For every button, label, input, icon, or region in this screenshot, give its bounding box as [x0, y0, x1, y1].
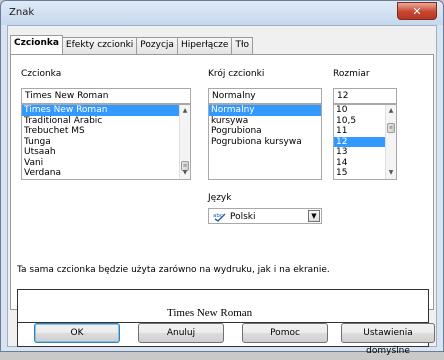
tab-background[interactable]: Tło — [231, 37, 254, 54]
tab-position[interactable]: Pozycja — [136, 37, 178, 54]
font-size-list[interactable]: 10 10,5 11 12 13 14 15 ▲ ≡ ▼ — [333, 104, 397, 180]
font-style-input[interactable]: Normalny — [208, 88, 322, 104]
font-size-label: Rozmiar — [333, 69, 370, 79]
list-item[interactable]: kursywa — [209, 116, 321, 127]
font-family-list[interactable]: Times New Roman Traditional Arabic Trebu… — [21, 104, 191, 180]
scroll-thumb[interactable]: ≡ — [387, 123, 395, 133]
font-style-label: Krój czcionki — [208, 69, 265, 79]
scroll-down-icon[interactable]: ▼ — [386, 168, 396, 178]
size-list-scrollbar[interactable]: ▲ ≡ ▼ — [385, 105, 396, 179]
list-item[interactable]: Utsaah — [22, 147, 190, 158]
scroll-up-icon[interactable]: ▲ — [386, 106, 396, 116]
list-item[interactable]: Pogrubiona — [209, 126, 321, 137]
list-item[interactable]: Normalny — [209, 105, 321, 116]
close-icon: ✕ — [412, 4, 422, 18]
abc-check-icon: abc — [213, 211, 227, 225]
language-label: Język — [208, 193, 232, 203]
font-style-list[interactable]: Normalny kursywa Pogrubiona Pogrubiona k… — [208, 104, 322, 180]
list-item[interactable]: Times New Roman — [22, 105, 190, 116]
list-item[interactable]: Trebuchet MS — [22, 126, 190, 137]
tab-font-effects[interactable]: Efekty czcionki — [61, 37, 138, 54]
list-item[interactable]: Pogrubiona kursywa — [209, 137, 321, 148]
help-button[interactable]: Pomoc — [242, 323, 328, 343]
font-size-input[interactable]: 12 — [333, 88, 397, 104]
font-family-label: Czcionka — [21, 69, 62, 79]
list-item[interactable]: Tunga — [22, 137, 190, 148]
tab-font[interactable]: Czcionka — [10, 35, 63, 54]
cancel-button[interactable]: Anuluj — [138, 323, 224, 343]
ok-button[interactable]: OK — [34, 323, 120, 343]
language-select[interactable]: abc Polski ▼ — [208, 208, 322, 224]
window-title: Znak — [9, 7, 35, 18]
tab-bar: Czcionka Efekty czcionki Pozycja Hiperłą… — [10, 35, 254, 54]
list-item[interactable]: Traditional Arabic — [22, 116, 190, 127]
chevron-down-icon[interactable]: ▼ — [308, 210, 320, 222]
tab-hyperlink[interactable]: Hiperłącze — [176, 37, 233, 54]
font-tab-panel: Czcionka Times New Roman Times New Roman… — [10, 54, 434, 347]
preview-text: Times New Roman — [167, 307, 253, 319]
close-button[interactable]: ✕ — [397, 2, 437, 20]
font-family-input[interactable]: Times New Roman — [21, 88, 191, 104]
info-text: Ta sama czcionka będzie użyta zarówno na… — [17, 265, 330, 275]
list-item[interactable]: Vani — [22, 158, 190, 169]
defaults-button[interactable]: Ustawienia domyślne — [341, 323, 435, 356]
language-value: Polski — [230, 212, 256, 222]
scroll-down-icon[interactable]: ▼ — [180, 168, 190, 178]
title-bar[interactable]: Znak ✕ — [1, 1, 443, 25]
scroll-up-icon[interactable]: ▲ — [180, 106, 190, 116]
list-item[interactable]: Verdana — [22, 168, 190, 179]
dialog-body: Czcionka Efekty czcionki Pozycja Hiperłą… — [7, 25, 437, 356]
character-dialog: Znak ✕ Czcionka Efekty czcionki Pozycja … — [0, 0, 444, 356]
font-list-scrollbar[interactable]: ▲ ≡ ▼ — [179, 105, 190, 179]
